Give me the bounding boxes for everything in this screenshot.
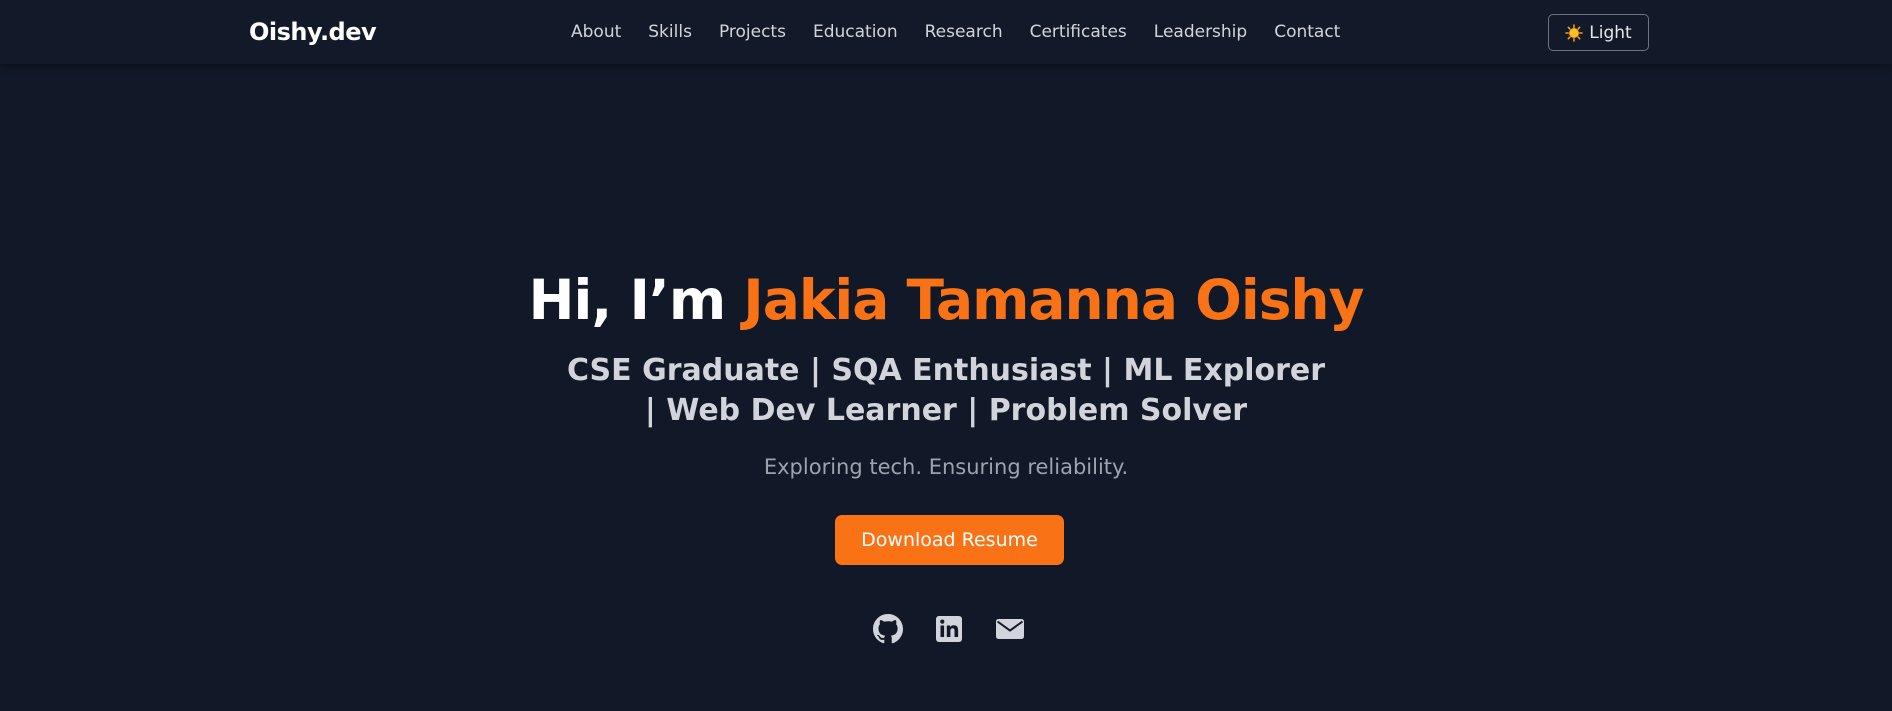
nav-link-contact[interactable]: Contact [1274, 22, 1340, 42]
nav-link-skills[interactable]: Skills [648, 22, 692, 42]
nav-link-projects[interactable]: Projects [719, 22, 786, 42]
navbar: Oishy.dev About Skills Projects Educatio… [0, 0, 1892, 64]
nav-link-leadership[interactable]: Leadership [1154, 22, 1247, 42]
sun-icon [1565, 23, 1584, 42]
nav-link-about[interactable]: About [571, 22, 621, 42]
hero-tagline: Exploring tech. Ensuring reliability. [763, 455, 1129, 479]
github-icon[interactable] [873, 614, 903, 644]
theme-toggle-label: Light [1589, 22, 1632, 43]
nav-menu: About Skills Projects Education Research… [571, 22, 1340, 42]
brand-logo[interactable]: Oishy.dev [249, 18, 377, 46]
hero-title: Hi, I’m Jakia Tamanna Oishy [0, 270, 1892, 331]
envelope-icon[interactable] [995, 614, 1025, 644]
social-links [873, 614, 1025, 644]
download-resume-button[interactable]: Download Resume [835, 515, 1064, 565]
hero-greeting: Hi, I’m [528, 268, 727, 332]
linkedin-icon[interactable] [934, 614, 964, 644]
hero-name: Jakia Tamanna Oishy [743, 268, 1364, 332]
hero-subtitle: CSE Graduate | SQA Enthusiast | ML Explo… [566, 353, 1326, 428]
nav-link-education[interactable]: Education [813, 22, 898, 42]
nav-link-certificates[interactable]: Certificates [1030, 22, 1127, 42]
nav-link-research[interactable]: Research [925, 22, 1003, 42]
theme-toggle-button[interactable]: Light [1548, 14, 1649, 51]
